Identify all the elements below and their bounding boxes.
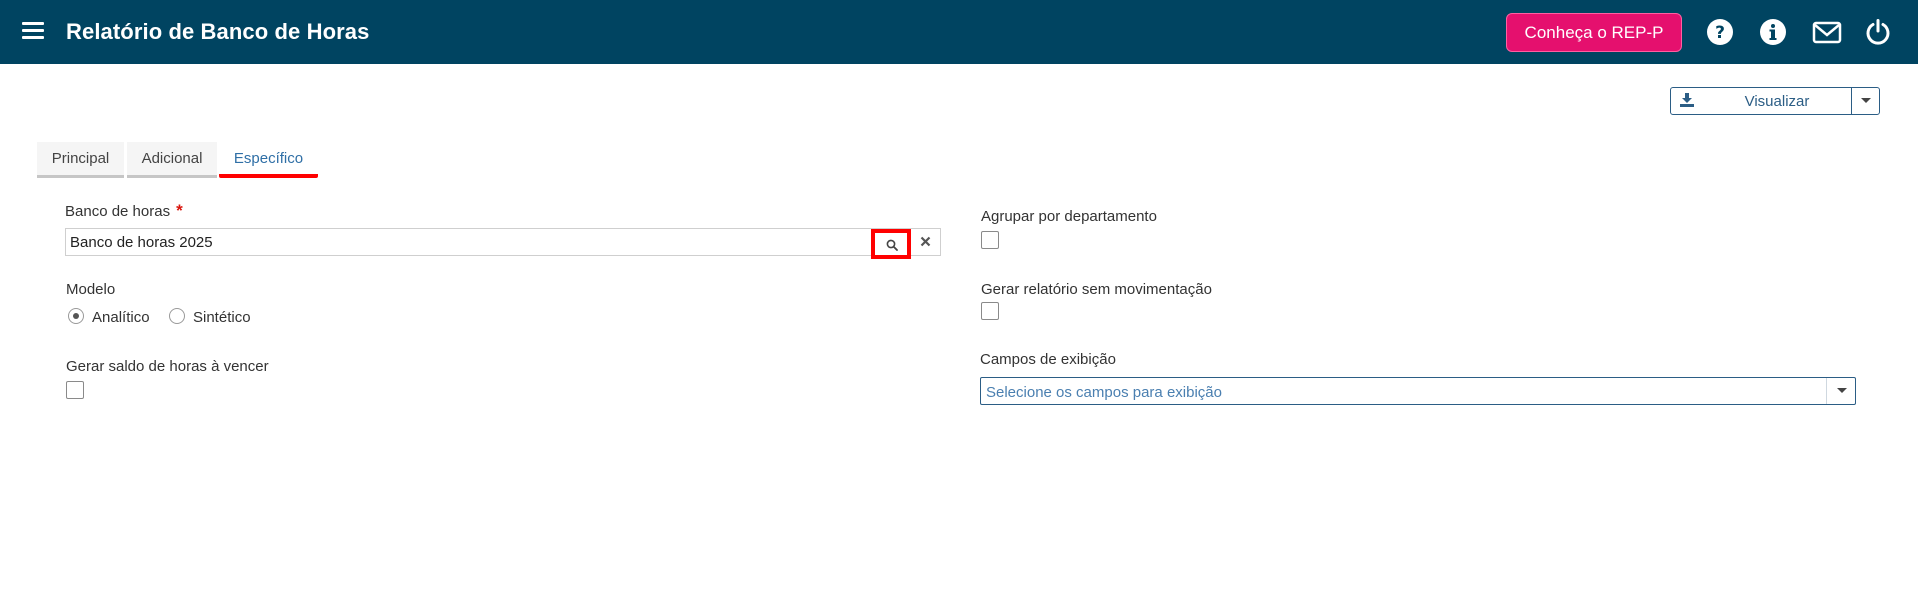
top-bar: Relatório de Banco de Horas Conheça o RE… <box>0 0 1918 64</box>
tab-principal[interactable]: Principal <box>37 142 124 178</box>
gerar-sem-movimentacao-label: Gerar relatório sem movimentação <box>981 281 1212 298</box>
power-icon[interactable] <box>1864 18 1892 46</box>
chevron-down-icon <box>1861 98 1871 103</box>
visualizar-split-button: Visualizar <box>1670 87 1880 115</box>
search-button[interactable] <box>871 229 911 259</box>
tab-adicional[interactable]: Adicional <box>127 142 217 178</box>
campos-exibicao-dropdown-toggle[interactable] <box>1826 378 1856 404</box>
gerar-sem-movimentacao-checkbox[interactable] <box>981 302 999 320</box>
clear-button[interactable] <box>912 229 940 255</box>
visualizar-label: Visualizar <box>1744 93 1810 110</box>
menu-icon[interactable] <box>22 22 44 40</box>
radio-sintetico-label: Sintético <box>193 309 251 326</box>
info-icon[interactable] <box>1759 18 1787 46</box>
visualizar-dropdown-toggle[interactable] <box>1851 88 1879 114</box>
banco-de-horas-value: Banco de horas 2025 <box>70 234 213 251</box>
campos-exibicao-placeholder: Selecione os campos para exibição <box>986 384 1222 401</box>
agrupar-departamento-checkbox[interactable] <box>981 231 999 249</box>
agrupar-departamento-label: Agrupar por departamento <box>981 208 1157 225</box>
radio-analitico[interactable] <box>68 308 84 324</box>
page-title: Relatório de Banco de Horas <box>66 19 370 44</box>
visualizar-button[interactable]: Visualizar <box>1671 88 1851 114</box>
banco-de-horas-field[interactable]: Banco de horas 2025 <box>65 228 941 256</box>
mail-icon[interactable] <box>1812 18 1842 46</box>
radio-sintetico[interactable] <box>169 308 185 324</box>
required-mark: * <box>176 201 183 220</box>
campos-exibicao-label: Campos de exibição <box>980 351 1116 368</box>
svg-text:?: ? <box>1715 23 1725 43</box>
gerar-saldo-label: Gerar saldo de horas à vencer <box>66 358 269 375</box>
chevron-down-icon <box>1837 388 1847 393</box>
close-icon <box>920 236 931 247</box>
modelo-label: Modelo <box>66 281 116 298</box>
conheca-rep-p-button[interactable]: Conheça o REP-P <box>1506 13 1682 52</box>
banco-de-horas-label: Banco de horas * <box>65 201 183 220</box>
campos-exibicao-select[interactable]: Selecione os campos para exibição <box>980 377 1856 405</box>
tab-especifico[interactable]: Específico <box>219 142 318 178</box>
help-icon[interactable]: ? <box>1706 18 1734 46</box>
radio-analitico-label: Analítico <box>92 309 150 326</box>
gerar-saldo-checkbox[interactable] <box>66 381 84 399</box>
search-icon <box>886 239 898 251</box>
